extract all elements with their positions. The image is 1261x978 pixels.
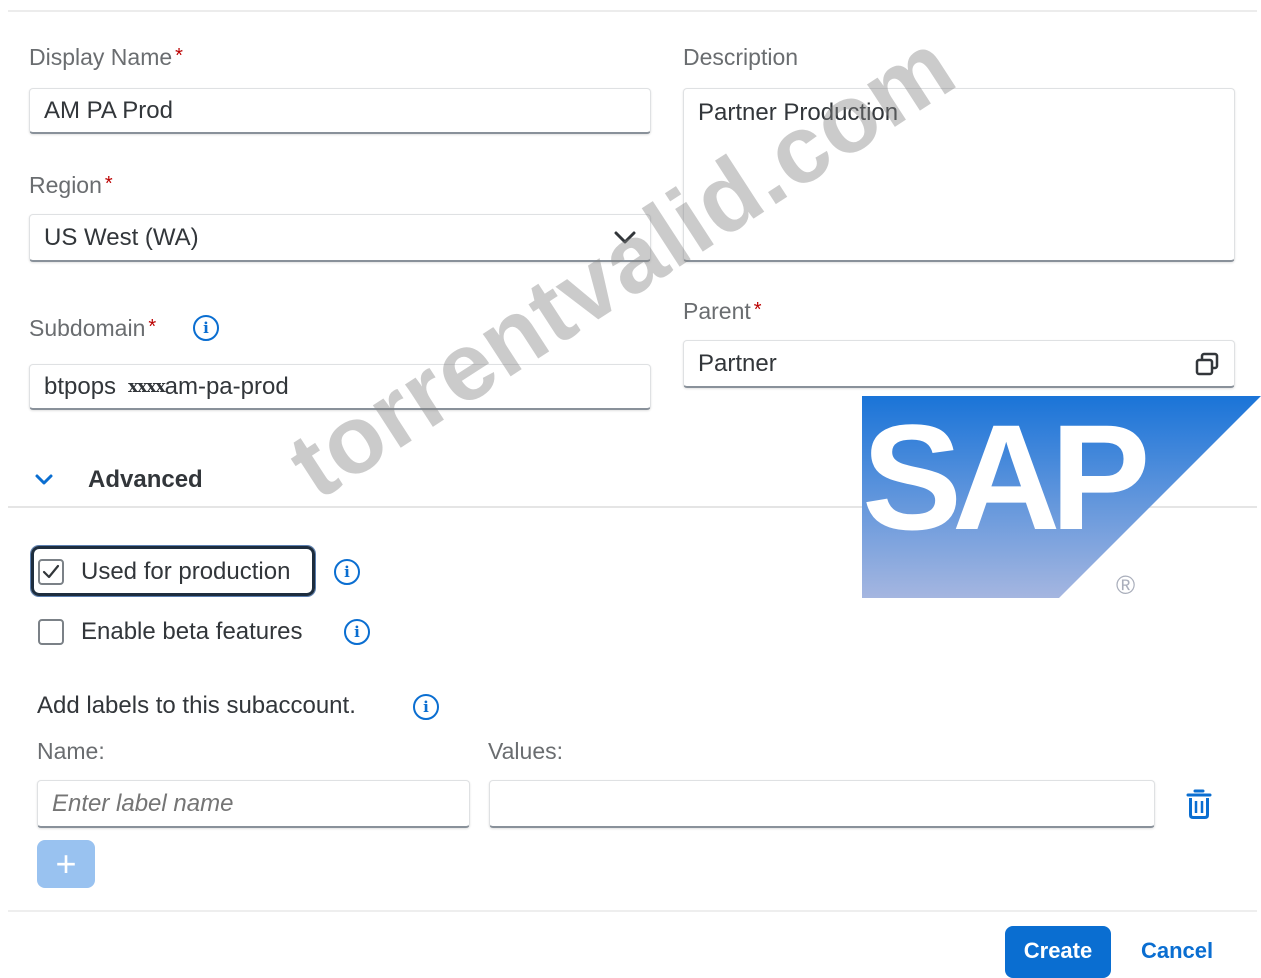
advanced-title: Advanced [88,466,203,493]
label-values-header: Values: [488,738,564,764]
description-label: Description [683,44,799,70]
label-name-header: Name: [37,738,105,764]
display-name-input[interactable]: AM PA Prod [29,88,651,134]
label-name-input[interactable] [37,780,470,828]
display-name-label: Display Name * [29,44,183,70]
info-icon[interactable]: i [344,619,370,645]
labels-heading: Add labels to this subaccount. [37,692,356,719]
parent-value: Partner [698,349,777,377]
chevron-down-icon [34,473,54,487]
copy-icon[interactable] [1194,351,1220,377]
chevron-down-icon[interactable] [614,231,636,245]
subdomain-redacted: xxxx [128,376,166,397]
cancel-label: Cancel [1141,938,1214,963]
used-for-production-label[interactable]: Used for production [81,558,290,586]
subdomain-prefix: btpops [44,372,117,400]
label-values-input[interactable] [489,780,1155,828]
registered-mark: ® [1116,570,1136,600]
required-marker: * [104,173,113,195]
subdomain-input[interactable]: btpops xxxx am-pa-prod [29,364,651,410]
enable-beta-label[interactable]: Enable beta features [81,618,303,646]
display-name-value: AM PA Prod [44,96,173,124]
required-marker: * [753,299,762,321]
cancel-button[interactable]: Cancel [1141,938,1213,964]
advanced-toggle[interactable]: Advanced [34,466,203,494]
trash-icon[interactable] [1186,788,1212,820]
create-label: Create [1023,938,1093,963]
plus-icon: + [55,843,77,884]
sap-logo: SAP [862,396,1261,598]
description-value: Partner Production [698,99,899,126]
footer-divider [8,910,1257,912]
sap-logo-text: SAP [862,393,1150,561]
parent-label: Parent * [683,298,762,324]
description-textarea[interactable]: Partner Production [683,88,1235,262]
create-button[interactable]: Create [1005,926,1111,978]
required-marker: * [148,316,157,338]
checkmark-icon [42,564,60,580]
region-value: US West (WA) [44,223,199,251]
region-select[interactable]: US West (WA) [29,214,651,262]
required-marker: * [175,45,183,67]
add-label-button[interactable]: + [37,840,95,888]
info-icon[interactable]: i [413,694,439,720]
used-for-production-checkbox[interactable] [38,559,64,585]
top-divider [8,10,1257,12]
info-icon[interactable]: i [193,315,219,341]
info-icon[interactable]: i [334,559,360,585]
parent-input[interactable]: Partner [683,340,1235,388]
region-label: Region * [29,172,113,198]
subdomain-label: Subdomain * [29,315,157,341]
enable-beta-checkbox[interactable] [38,619,64,645]
subdomain-suffix: am-pa-prod [164,372,289,400]
